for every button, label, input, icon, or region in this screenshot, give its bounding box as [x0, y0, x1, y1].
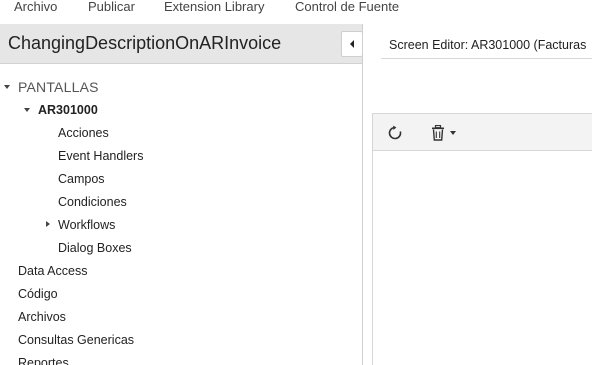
- tree-node-label: Consultas Genericas: [18, 333, 135, 347]
- tree-node-pantallas[interactable]: PANTALLAS: [0, 76, 99, 98]
- tree-node-label: Data Access: [18, 264, 88, 278]
- screen-editor-tab[interactable]: Screen Editor: AR301000 (Facturas: [381, 33, 592, 59]
- tree-node-label: Reportes: [18, 356, 69, 365]
- menu-publicar[interactable]: Publicar: [88, 0, 135, 14]
- tree-node-label: Acciones: [58, 126, 109, 140]
- tree-node-ar301000[interactable]: AR301000: [0, 99, 98, 121]
- project-tree: PANTALLAS AR301000 Acciones Event Handle…: [0, 66, 362, 365]
- menu-control-de-fuente[interactable]: Control de Fuente: [295, 0, 399, 14]
- tree-node-dialog-boxes[interactable]: Dialog Boxes: [58, 237, 132, 259]
- tree-node-condiciones[interactable]: Condiciones: [58, 191, 127, 213]
- tree-node-label: Campos: [58, 172, 105, 186]
- refresh-icon: [388, 125, 402, 140]
- expand-arrow-icon[interactable]: [4, 85, 10, 89]
- tree-node-label: Event Handlers: [58, 149, 144, 163]
- tree-node-archivos[interactable]: Archivos: [18, 306, 66, 328]
- expand-arrow-icon[interactable]: [24, 108, 30, 112]
- expand-arrow-icon[interactable]: [46, 221, 50, 227]
- tree-node-label: Código: [18, 287, 58, 301]
- editor-toolbar: [373, 113, 592, 151]
- tree-node-data-access[interactable]: Data Access: [18, 260, 87, 282]
- panel-splitter[interactable]: [362, 24, 363, 365]
- tree-node-acciones[interactable]: Acciones: [58, 122, 109, 144]
- tree-node-campos[interactable]: Campos: [58, 168, 105, 190]
- chevron-left-icon: [350, 40, 354, 48]
- tree-node-label: Condiciones: [58, 195, 127, 209]
- tree-node-label: AR301000: [38, 103, 98, 117]
- tree-node-label: Dialog Boxes: [58, 241, 132, 255]
- delete-button[interactable]: [431, 123, 456, 143]
- tree-node-consultas-genericas[interactable]: Consultas Genericas: [18, 329, 134, 351]
- tree-node-event-handlers[interactable]: Event Handlers: [58, 145, 143, 167]
- tree-node-label: Archivos: [18, 310, 66, 324]
- tree-node-reportes[interactable]: Reportes: [18, 352, 69, 365]
- tree-node-codigo[interactable]: Código: [18, 283, 58, 305]
- tree-node-label: Workflows: [58, 218, 116, 232]
- refresh-button[interactable]: [387, 123, 403, 143]
- tree-node-workflows[interactable]: Workflows: [0, 214, 115, 236]
- menu-archivo[interactable]: Archivo: [14, 0, 57, 14]
- project-title: ChangingDescriptionOnARInvoice: [8, 33, 282, 53]
- chevron-down-icon[interactable]: [450, 131, 456, 135]
- tree-node-label: PANTALLAS: [18, 79, 99, 95]
- menu-extension-library[interactable]: Extension Library: [164, 0, 264, 14]
- delete-icon: [432, 125, 444, 141]
- collapse-panel-button[interactable]: [341, 31, 363, 57]
- menu-bar: Archivo Publicar Extension Library Contr…: [0, 0, 592, 16]
- project-title-bar: ChangingDescriptionOnARInvoice: [0, 24, 362, 64]
- screen-editor-title: Screen Editor: AR301000 (Facturas: [389, 38, 587, 52]
